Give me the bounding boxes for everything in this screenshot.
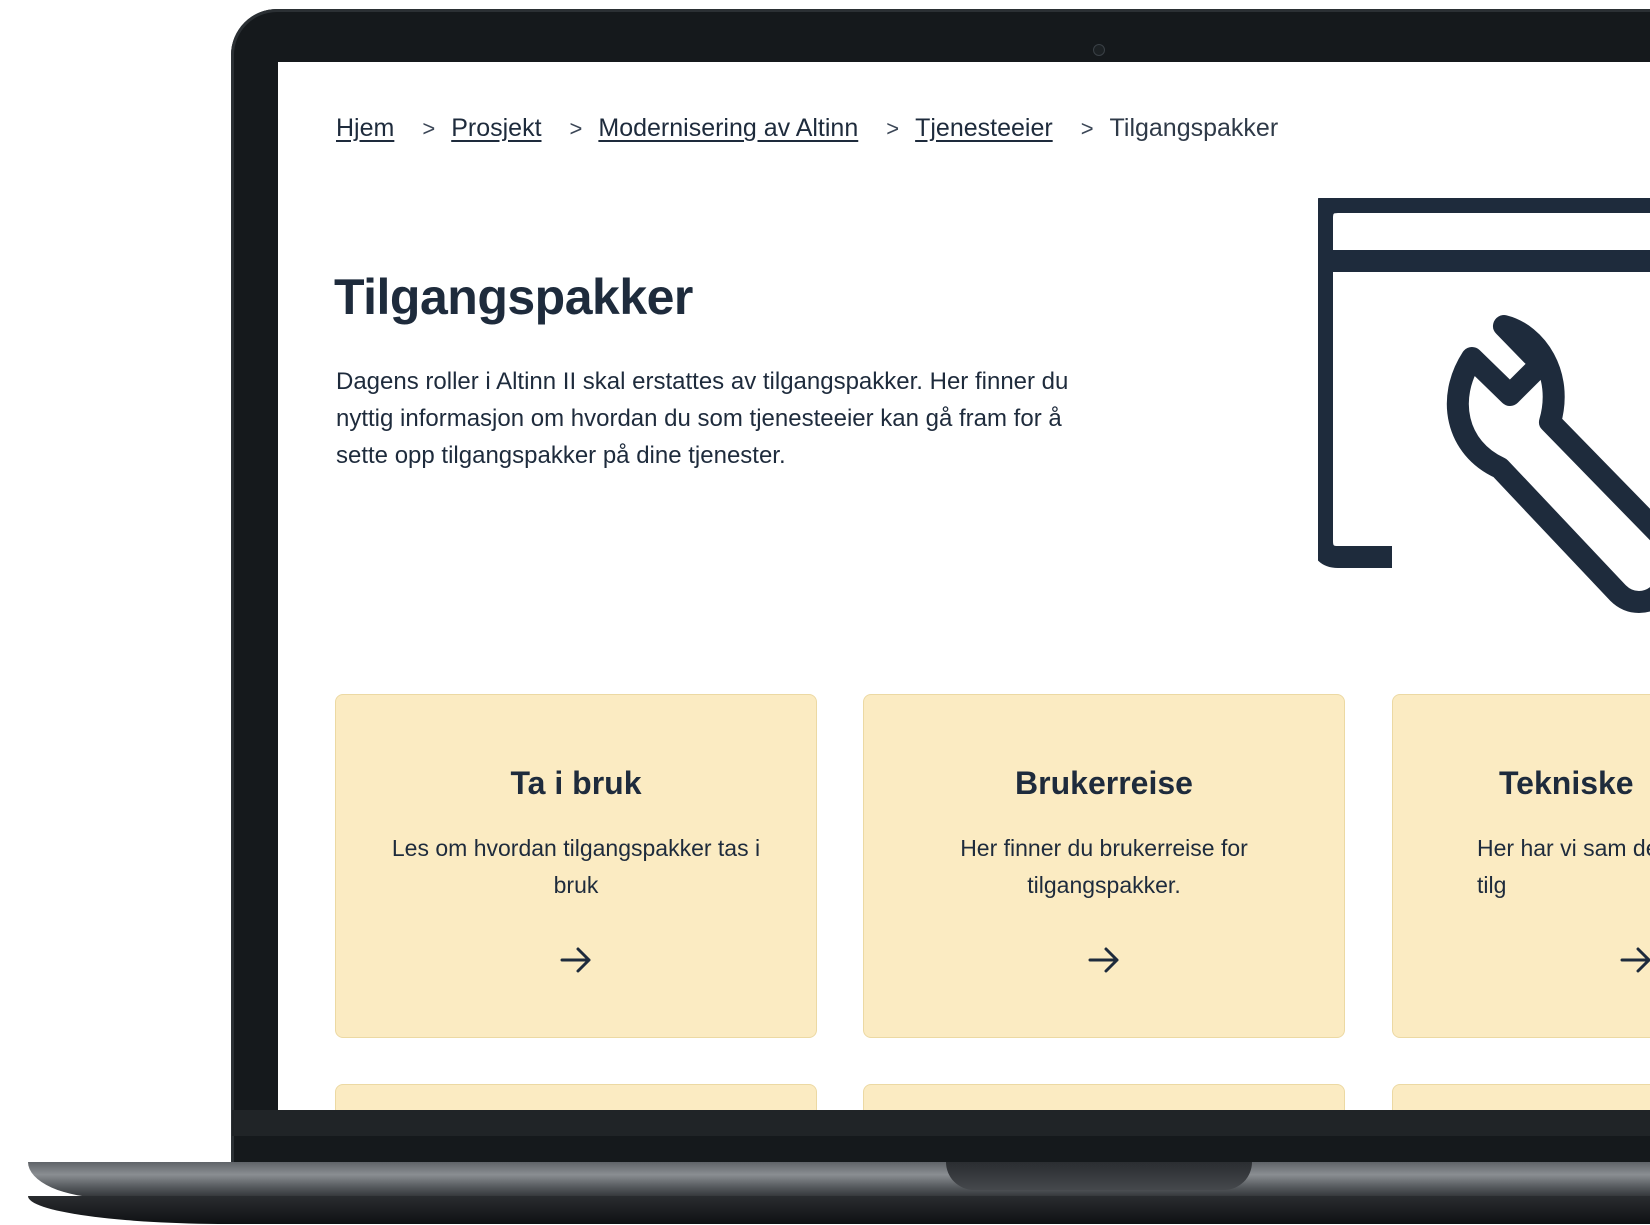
card-title: Ta i bruk bbox=[510, 765, 642, 801]
page-title: Tilgangspakker bbox=[334, 269, 693, 325]
arrow-right-icon[interactable] bbox=[559, 945, 593, 975]
arrow-right-icon[interactable] bbox=[1619, 945, 1650, 975]
laptop-notch bbox=[946, 1162, 1252, 1190]
breadcrumb: Hjem > Prosjekt > Modernisering av Altin… bbox=[336, 114, 1278, 143]
card-description: Les om hvordan tilgangspakker tas i bruk bbox=[391, 835, 761, 898]
window-wrench-icon bbox=[1318, 198, 1650, 613]
card-tekniske[interactable]: Tekniske Her har vi sam demoer om tilg bbox=[1392, 694, 1650, 1038]
breadcrumb-link-prosjekt[interactable]: Prosjekt bbox=[451, 114, 541, 143]
page-intro: Dagens roller i Altinn II skal erstattes… bbox=[336, 368, 1069, 469]
card-description: Her har vi sam demoer om tilg bbox=[1477, 835, 1650, 898]
breadcrumb-separator: > bbox=[1080, 115, 1094, 141]
card-title: Brukerreise bbox=[1015, 765, 1193, 801]
laptop-base-edge bbox=[28, 1196, 1650, 1224]
breadcrumb-separator: > bbox=[886, 115, 900, 141]
card-ta-i-bruk[interactable]: Ta i bruk Les om hvordan tilgangspakker … bbox=[335, 694, 817, 1038]
card-title: Tekniske bbox=[1499, 765, 1634, 801]
breadcrumb-separator: > bbox=[422, 115, 436, 141]
laptop-lid-bottom bbox=[232, 1110, 1650, 1136]
arrow-right-icon[interactable] bbox=[1087, 945, 1121, 975]
breadcrumb-link-modernisering[interactable]: Modernisering av Altinn bbox=[598, 114, 858, 143]
card-description: Her finner du brukerreise for tilgangspa… bbox=[960, 835, 1248, 898]
breadcrumb-current: Tilgangspakker bbox=[1109, 114, 1279, 142]
screen: Hjem > Prosjekt > Modernisering av Altin… bbox=[278, 62, 1650, 1110]
card-peek[interactable] bbox=[863, 1084, 1345, 1110]
breadcrumb-link-hjem[interactable]: Hjem bbox=[336, 114, 394, 143]
breadcrumb-link-tjenesteeier[interactable]: Tjenesteeier bbox=[915, 114, 1053, 143]
card-peek[interactable] bbox=[335, 1084, 817, 1110]
breadcrumb-separator: > bbox=[569, 115, 583, 141]
laptop-base bbox=[28, 1162, 1650, 1198]
card-brukerreise[interactable]: Brukerreise Her finner du brukerreise fo… bbox=[863, 694, 1345, 1038]
camera-icon bbox=[1093, 44, 1105, 56]
card-peek[interactable] bbox=[1392, 1084, 1650, 1110]
